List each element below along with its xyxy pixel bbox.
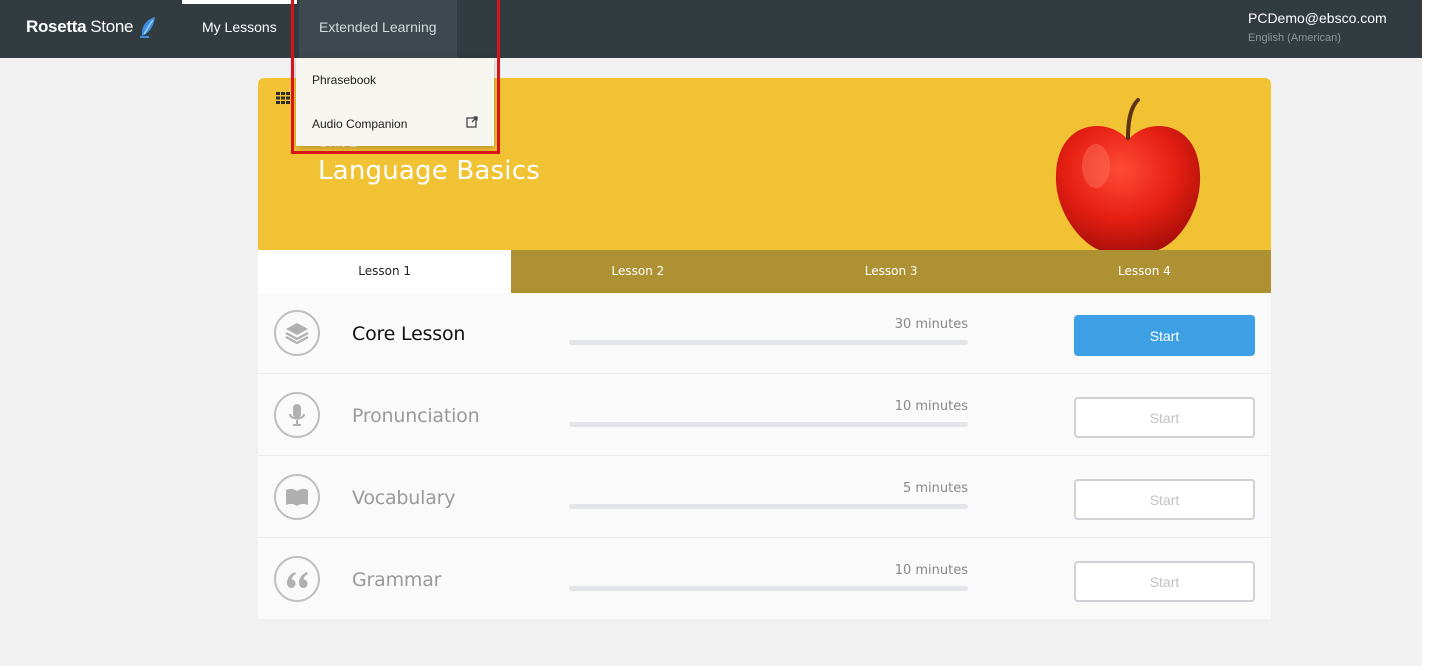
activity-progress-track	[569, 504, 968, 509]
activity-progress-track	[569, 340, 968, 345]
activity-title: Core Lesson	[352, 323, 466, 345]
activity-duration: 5 minutes	[902, 481, 968, 496]
dropdown-item-phrasebook[interactable]: Phrasebook	[312, 73, 376, 87]
unit-card: Unit 1 Language Basics Lesson 1 Lesson 2…	[258, 78, 1271, 619]
activity-icon-wrapper	[274, 392, 320, 438]
lesson-tabs: Lesson 1 Lesson 2 Lesson 3 Lesson 4	[258, 250, 1271, 293]
grid-menu-icon[interactable]	[276, 92, 290, 104]
apple-image	[1055, 98, 1201, 252]
activity-row-grammar: Grammar 10 minutes Start	[258, 539, 1271, 619]
activity-progress-track	[569, 586, 968, 591]
start-button-core-lesson[interactable]: Start	[1074, 315, 1255, 356]
user-email: PCDemo@ebsco.com	[1248, 10, 1387, 26]
start-button-vocabulary[interactable]: Start	[1074, 479, 1255, 520]
quote-icon	[287, 572, 308, 588]
tab-lesson-3[interactable]: Lesson 3	[765, 250, 1018, 293]
book-icon	[286, 488, 308, 506]
unit-title: Language Basics	[318, 156, 540, 186]
user-language: English (American)	[1248, 32, 1341, 44]
tab-lesson-1[interactable]: Lesson 1	[258, 250, 512, 293]
activity-row-pronunciation: Pronunciation 10 minutes Start	[258, 375, 1271, 456]
activity-progress-track	[569, 422, 968, 427]
rosetta-stone-leaf-icon	[140, 17, 156, 38]
brand-name-bold: Rosetta	[26, 17, 87, 36]
nav-extended-learning[interactable]: Extended Learning	[299, 0, 457, 58]
activity-duration: 10 minutes	[894, 399, 968, 414]
activity-title: Vocabulary	[352, 487, 456, 509]
activity-icon-wrapper	[274, 310, 320, 356]
activity-duration: 30 minutes	[894, 317, 968, 332]
top-navigation-bar: Rosetta Stone My Lessons Extended Learnin…	[0, 0, 1422, 58]
activity-duration: 10 minutes	[894, 563, 968, 578]
dropdown-item-audio-companion[interactable]: Audio Companion	[312, 117, 407, 131]
activity-title: Pronunciation	[352, 405, 480, 427]
user-account-menu[interactable]: PCDemo@ebsco.com English (American)	[1248, 10, 1398, 44]
nav-my-lessons[interactable]: My Lessons	[182, 0, 297, 58]
activity-icon-wrapper	[274, 474, 320, 520]
activity-icon-wrapper	[274, 556, 320, 602]
activity-row-vocabulary: Vocabulary 5 minutes Start	[258, 457, 1271, 538]
external-link-icon[interactable]	[466, 116, 478, 128]
activity-row-core-lesson: Core Lesson 30 minutes Start	[258, 293, 1271, 374]
page-edge	[1422, 0, 1442, 666]
brand-name-light: Stone	[90, 17, 134, 36]
extended-learning-dropdown: Phrasebook Audio Companion	[296, 58, 494, 146]
tab-lesson-4[interactable]: Lesson 4	[1018, 250, 1271, 293]
rosetta-stone-logo[interactable]: Rosetta Stone	[26, 15, 157, 39]
tab-lesson-2[interactable]: Lesson 2	[511, 250, 764, 293]
start-button-grammar[interactable]: Start	[1074, 561, 1255, 602]
activity-title: Grammar	[352, 569, 442, 591]
layers-icon	[285, 323, 309, 345]
microphone-icon	[289, 404, 305, 426]
start-button-pronunciation[interactable]: Start	[1074, 397, 1255, 438]
